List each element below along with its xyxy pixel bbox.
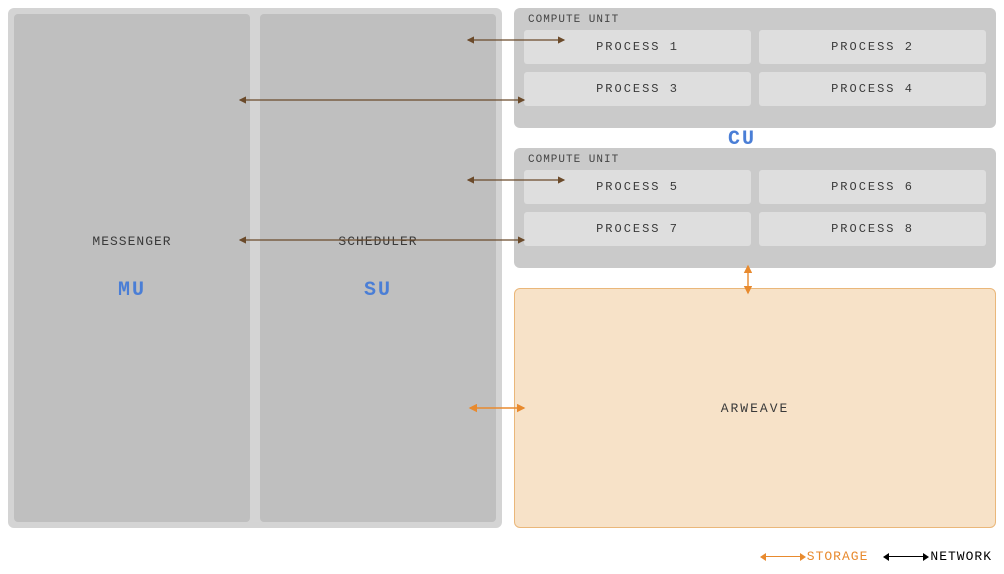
legend-network: NETWORK <box>888 549 992 564</box>
messenger-title: MESSENGER <box>92 234 171 249</box>
arweave-box: ARWEAVE <box>514 288 996 528</box>
scheduler-box: SCHEDULER SU <box>260 14 496 522</box>
arweave-label: ARWEAVE <box>721 401 790 416</box>
process-5: PROCESS 5 <box>524 170 751 204</box>
process-3: PROCESS 3 <box>524 72 751 106</box>
left-panel: MESSENGER MU SCHEDULER SU <box>8 8 502 528</box>
process-6: PROCESS 6 <box>759 170 986 204</box>
scheduler-tag: SU <box>364 279 392 302</box>
scheduler-title: SCHEDULER <box>338 234 417 249</box>
cu-label: CU <box>728 128 756 151</box>
process-7: PROCESS 7 <box>524 212 751 246</box>
process-8: PROCESS 8 <box>759 212 986 246</box>
process-1: PROCESS 1 <box>524 30 751 64</box>
network-arrow-icon <box>888 556 924 557</box>
compute-unit-2: COMPUTE UNIT PROCESS 5 PROCESS 6 PROCESS… <box>514 148 996 268</box>
legend: STORAGE NETWORK <box>765 549 992 564</box>
legend-network-text: NETWORK <box>930 549 992 564</box>
cu2-header: COMPUTE UNIT <box>528 154 986 166</box>
legend-storage-text: STORAGE <box>807 549 869 564</box>
messenger-tag: MU <box>118 279 146 302</box>
legend-storage: STORAGE <box>765 549 869 564</box>
messenger-box: MESSENGER MU <box>14 14 250 522</box>
cu1-header: COMPUTE UNIT <box>528 14 986 26</box>
process-2: PROCESS 2 <box>759 30 986 64</box>
storage-arrow-icon <box>765 556 801 557</box>
compute-unit-1: COMPUTE UNIT PROCESS 1 PROCESS 2 PROCESS… <box>514 8 996 128</box>
process-4: PROCESS 4 <box>759 72 986 106</box>
